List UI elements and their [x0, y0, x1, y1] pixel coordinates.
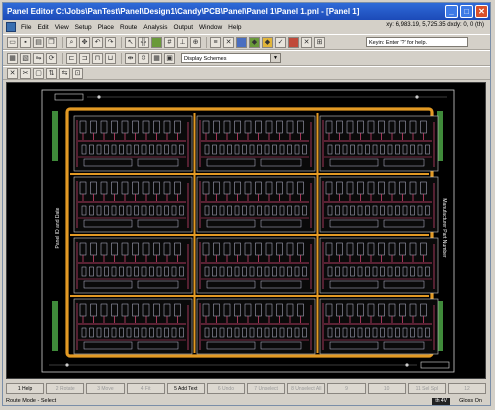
menu-window[interactable]: Window [196, 24, 225, 31]
display-toolbar: ▦ ▧ ⇋ ⟳ ⊏ ⊐ ⊓ ⊔ ⇹ ⇳ ▦ ▣ Display Schemes … [3, 50, 490, 66]
drc-icon[interactable] [288, 36, 299, 48]
green-diamond-icon[interactable]: ◆ [249, 36, 260, 48]
snap-icon[interactable]: ⊕ [190, 36, 201, 48]
fkey-5-button[interactable]: 5 Add Text [166, 383, 205, 394]
lock-icon[interactable]: ⊡ [72, 67, 83, 79]
print-icon[interactable]: ▤ [33, 36, 44, 48]
main-toolbar: ▭ ▪ ▤ ❐ ⌕ ✥ ↶ ↷ ↖ ╬ # ⊥ ⊕ ≡ ✕ ◆ ◆ ✓ ✕ ⊞ … [3, 34, 490, 50]
zoom-icon[interactable]: ⌕ [66, 36, 77, 48]
gloss-status: Gloss On [459, 398, 482, 404]
edit-toolbar: ✕ ✂ ▢ ⇅ ⇆ ⊡ [3, 66, 490, 80]
layers-icon[interactable]: ▦ [7, 52, 18, 64]
fkey-1-button[interactable]: 1 Help [6, 383, 45, 394]
delete-icon[interactable]: ✕ [301, 36, 312, 48]
flip-icon[interactable]: ⇅ [46, 67, 57, 79]
tooling-hole [415, 95, 419, 99]
display-schemes-value: Display Schemes [184, 56, 227, 62]
fkey-9-button[interactable]: 9 [327, 383, 366, 394]
menu-help[interactable]: Help [225, 24, 244, 31]
fkey-10-button[interactable]: 10 [367, 383, 406, 394]
color-icon[interactable]: ▧ [20, 52, 31, 64]
fkey-3-button[interactable]: 3 Move [86, 383, 125, 394]
menu-bar: File Edit View Setup Place Route Analysis Outpu… [3, 20, 490, 34]
design-canvas[interactable]: Panel ID and Date Manufacturer Part Numb… [6, 82, 486, 379]
swap-icon[interactable]: ⇆ [59, 67, 70, 79]
minimize-button[interactable]: _ [445, 5, 458, 18]
function-key-bar: 1 Help 2 Rotate 3 Move 4 Fit 5 Add Text 6 Und… [6, 383, 487, 395]
align-bottom-icon[interactable]: ⊔ [105, 52, 116, 64]
window-title: Panel Editor C:\Jobs\PanTest\Panel\Desig… [7, 7, 360, 16]
maximize-button[interactable]: □ [460, 5, 473, 18]
cut-icon[interactable]: ✂ [20, 67, 31, 79]
check-icon[interactable]: ✓ [275, 36, 286, 48]
align-top-icon[interactable]: ⊓ [92, 52, 103, 64]
cancel-icon[interactable]: ✕ [7, 67, 18, 79]
undo-icon[interactable]: ↶ [92, 36, 103, 48]
rail-left-bottom [52, 301, 58, 351]
menu-output[interactable]: Output [171, 24, 197, 31]
properties-icon[interactable]: ⊞ [314, 36, 325, 48]
align-left-icon[interactable]: ⊏ [66, 52, 77, 64]
app-menu-icon[interactable] [6, 22, 16, 32]
cross-icon[interactable]: ✕ [223, 36, 234, 48]
rotate-icon[interactable]: ⟳ [46, 52, 57, 64]
measure-icon[interactable]: ⊥ [177, 36, 188, 48]
open-folder-icon[interactable]: ▭ [7, 36, 18, 48]
part-number-label: Manufacturer Part Number [441, 198, 447, 258]
fkey-12-button[interactable]: 12 [447, 383, 487, 394]
display-schemes-dropdown[interactable]: Display Schemes ▼ [181, 53, 281, 63]
menu-edit[interactable]: Edit [34, 24, 51, 31]
menu-view[interactable]: View [52, 24, 72, 31]
display-icon[interactable] [236, 36, 247, 48]
fkey-2-button[interactable]: 2 Rotate [46, 383, 85, 394]
save-icon[interactable]: ▪ [20, 36, 31, 48]
copy-icon[interactable]: ❐ [46, 36, 57, 48]
fkey-6-button[interactable]: 6 Undo [206, 383, 246, 394]
units-badge: th 4V [432, 398, 450, 405]
pan-icon[interactable]: ✥ [79, 36, 90, 48]
tooling-hole [65, 363, 69, 367]
grid-icon[interactable]: # [164, 36, 175, 48]
route-icon[interactable]: ╬ [138, 36, 149, 48]
panel-editor-window: Panel Editor C:\Jobs\PanTest\Panel\Desig… [2, 2, 491, 406]
rail-left-top [52, 111, 58, 161]
menu-analysis[interactable]: Analysis [140, 24, 170, 31]
fkey-8-button[interactable]: 8 Unselect All [287, 383, 326, 394]
mirror-icon[interactable]: ⇋ [33, 52, 44, 64]
menu-file[interactable]: File [18, 24, 34, 31]
align-right-icon[interactable]: ⊐ [79, 52, 90, 64]
title-bar: Panel Editor C:\Jobs\PanTest\Panel\Desig… [3, 3, 490, 20]
select-icon[interactable]: ↖ [125, 36, 136, 48]
tooling-hole [405, 363, 409, 367]
list-icon[interactable]: ≡ [210, 36, 221, 48]
close-button[interactable]: ✕ [475, 5, 488, 18]
redo-icon[interactable]: ↷ [105, 36, 116, 48]
window-controls: _ □ ✕ [445, 5, 488, 18]
panel-id-label: Panel ID and Date [55, 207, 61, 248]
chevron-down-icon: ▼ [270, 54, 280, 62]
menu-setup[interactable]: Setup [72, 24, 95, 31]
panel-drawing: Panel ID and Date Manufacturer Part Numb… [7, 83, 485, 378]
status-bar: Route Mode - Select th 4V Gloss On [3, 397, 490, 406]
distribute-v-icon[interactable]: ⇳ [138, 52, 149, 64]
menu-route[interactable]: Route [117, 24, 140, 31]
mode-status: Route Mode - Select [6, 398, 57, 404]
distribute-h-icon[interactable]: ⇹ [125, 52, 136, 64]
coordinate-readout: xy: 6,983.19, 5,725.35 dxdy: 0, 0 (th) [386, 22, 484, 28]
paste-icon[interactable]: ▢ [33, 67, 44, 79]
array-icon[interactable]: ▦ [151, 52, 162, 64]
menu-place[interactable]: Place [95, 24, 117, 31]
layer-icon[interactable] [151, 36, 162, 48]
step-repeat-icon[interactable]: ▣ [164, 52, 175, 64]
fkey-11-button[interactable]: 11 Sel Spl [407, 383, 446, 394]
keyin-field[interactable]: Keyin: Enter '?' for help. [366, 37, 468, 47]
tooling-hole [97, 95, 101, 99]
yellow-diamond-icon[interactable]: ◆ [262, 36, 273, 48]
fkey-4-button[interactable]: 4 Fit [126, 383, 165, 394]
fkey-7-button[interactable]: 7 Unselect [247, 383, 286, 394]
